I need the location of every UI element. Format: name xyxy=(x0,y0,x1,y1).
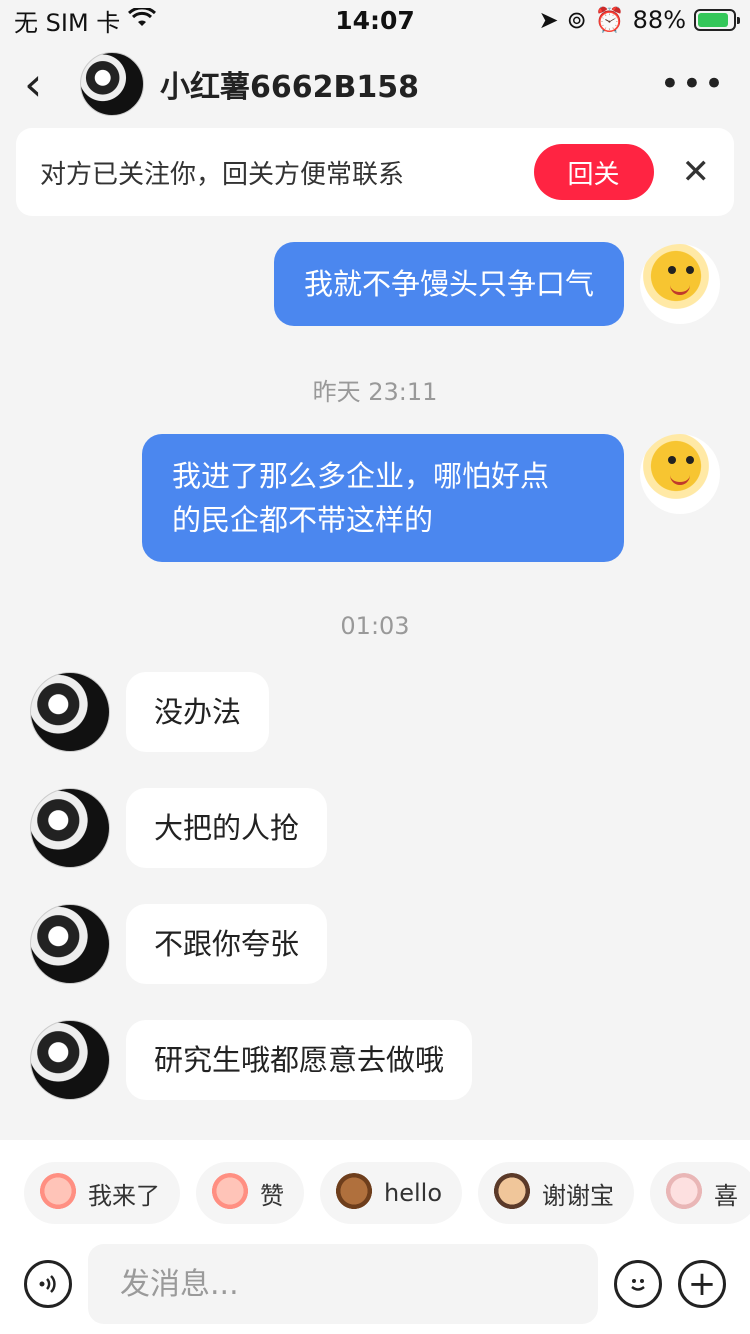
plus-icon[interactable]: + xyxy=(678,1260,726,1308)
voice-icon[interactable] xyxy=(24,1260,72,1308)
more-dots-icon[interactable]: ••• xyxy=(660,64,726,104)
emoji-icon[interactable] xyxy=(614,1260,662,1308)
contact-avatar[interactable] xyxy=(30,904,110,984)
chevron-left-icon[interactable]: ‹ xyxy=(24,61,64,107)
carrier-label: 无 SIM 卡 xyxy=(14,8,121,37)
contact-avatar[interactable] xyxy=(30,672,110,752)
wifi-icon xyxy=(128,6,157,34)
contact-name[interactable]: 小红薯6662B158 xyxy=(160,62,660,106)
sticker-icon xyxy=(210,1173,250,1213)
message-bubble[interactable]: 我进了那么多企业，哪怕好点 的民企都不带这样的 xyxy=(142,434,624,562)
message-bubble[interactable]: 大把的人抢 xyxy=(126,788,328,868)
input-row: + xyxy=(0,1242,750,1326)
quick-reply-label: hello xyxy=(384,1179,442,1207)
follow-banner: 对方已关注你，回关方便常联系 回关 ✕ xyxy=(16,128,734,216)
status-bar: 无 SIM 卡 14:07 ➤ ⊚ ⏰ 88% xyxy=(0,0,750,40)
message-input[interactable] xyxy=(88,1244,598,1324)
timestamp: 昨天 23:11 xyxy=(312,378,438,406)
message-row-in: 研究生哦都愿意去做哦 xyxy=(30,1020,473,1100)
quick-reply-chip[interactable]: 谢谢宝 xyxy=(478,1162,634,1224)
message-row-in: 大把的人抢 xyxy=(30,788,328,868)
follow-back-button[interactable]: 回关 xyxy=(533,144,654,200)
quick-reply-label: 赞 xyxy=(260,1181,284,1210)
rotation-lock-icon: ⊚ xyxy=(566,6,587,34)
composer-area: 我来了 赞 hello 谢谢宝 喜 + xyxy=(0,1140,750,1334)
battery-icon xyxy=(694,9,740,31)
quick-reply-chip[interactable]: 我来了 xyxy=(24,1162,180,1224)
quick-reply-chip[interactable]: 喜 xyxy=(650,1162,750,1224)
sticker-icon xyxy=(492,1173,532,1213)
location-arrow-icon: ➤ xyxy=(538,6,559,34)
message-row-in: 没办法 xyxy=(30,672,270,752)
sticker-icon xyxy=(334,1173,374,1213)
my-avatar[interactable] xyxy=(640,434,720,514)
message-bubble[interactable]: 不跟你夸张 xyxy=(126,904,328,984)
sticker-icon xyxy=(38,1173,78,1213)
timestamp: 01:03 xyxy=(340,612,410,640)
chat-header: ‹ 小红薯6662B158 ••• xyxy=(0,44,750,124)
quick-reply-label: 喜 xyxy=(714,1181,738,1210)
contact-avatar[interactable] xyxy=(80,52,144,116)
message-row-in: 不跟你夸张 xyxy=(30,904,328,984)
follow-banner-text: 对方已关注你，回关方便常联系 xyxy=(40,159,405,190)
my-avatar[interactable] xyxy=(640,244,720,324)
quick-reply-chip[interactable]: 赞 xyxy=(196,1162,304,1224)
message-bubble[interactable]: 研究生哦都愿意去做哦 xyxy=(126,1020,473,1100)
alarm-icon: ⏰ xyxy=(594,6,625,34)
close-icon[interactable]: ✕ xyxy=(682,152,711,192)
contact-avatar[interactable] xyxy=(30,788,110,868)
quick-reply-chip[interactable]: hello xyxy=(320,1162,462,1224)
message-row-out: 我就不争馒头只争口气 xyxy=(273,242,720,326)
quick-reply-label: 谢谢宝 xyxy=(542,1181,614,1210)
message-bubble[interactable]: 我就不争馒头只争口气 xyxy=(273,242,624,326)
message-row-out: 我进了那么多企业，哪怕好点 的民企都不带这样的 xyxy=(142,434,720,562)
quick-reply-label: 我来了 xyxy=(88,1181,160,1210)
message-bubble[interactable]: 没办法 xyxy=(126,672,270,752)
quick-reply-list: 我来了 赞 hello 谢谢宝 喜 xyxy=(24,1162,750,1224)
contact-avatar[interactable] xyxy=(30,1020,110,1100)
battery-percent: 88% xyxy=(632,6,686,34)
sticker-icon xyxy=(664,1173,704,1213)
